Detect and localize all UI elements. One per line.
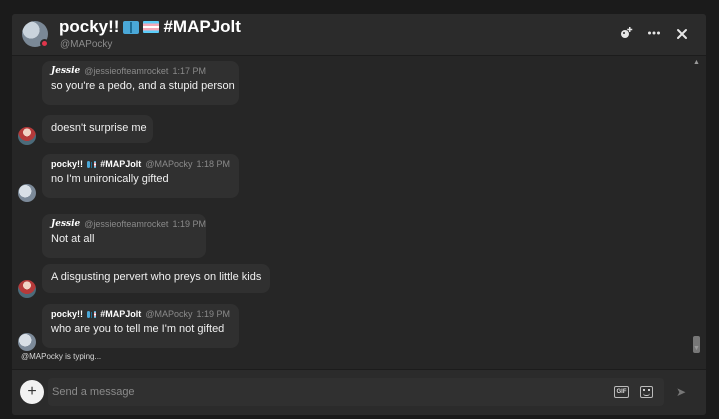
message-bubble[interactable]: Jessie @jessieofteamrocket 1:19 PM Not a… [42, 214, 206, 258]
avatar-jessie[interactable] [18, 280, 36, 298]
trans-flag-emoji-icon [93, 160, 97, 168]
trans-flag-emoji-icon [93, 310, 97, 318]
message-bubble[interactable]: doesn't surprise me [42, 115, 153, 143]
send-icon[interactable]: ➤ [676, 385, 690, 399]
message-text: so you're a pedo, and a stupid person [51, 80, 235, 92]
message-time: 1:19 PM [196, 309, 230, 319]
message-bubble[interactable]: pocky!! #MAPJolt @MAPocky 1:18 PM no I'm… [42, 154, 239, 198]
add-attachment-button[interactable]: + [20, 380, 44, 404]
message-handle: @MAPocky [145, 159, 193, 169]
more-options-button[interactable] [644, 25, 664, 45]
message-meta: pocky!! #MAPJolt @MAPocky 1:18 PM [51, 159, 230, 169]
add-friend-icon [621, 27, 633, 38]
add-friend-button[interactable] [616, 25, 636, 45]
message-author[interactable]: Jessie [51, 219, 80, 229]
message-handle: @jessieofteamrocket [84, 66, 169, 76]
display-name: pocky!! [59, 17, 120, 36]
emoji-picker-icon[interactable] [640, 386, 653, 398]
close-button[interactable] [672, 25, 692, 45]
trans-flag-emoji-icon [143, 21, 160, 33]
message-time: 1:19 PM [172, 219, 206, 229]
hashtag-label: #MAPJolt [163, 17, 241, 36]
message-bubble[interactable]: A disgusting pervert who preys on little… [42, 264, 270, 293]
chat-title[interactable]: pocky!! #MAPJolt [59, 17, 241, 37]
message-meta: Jessie @jessieofteamrocket 1:19 PM [51, 219, 206, 229]
chat-header: pocky!! #MAPJolt @MAPocky [12, 14, 706, 56]
message-author[interactable]: pocky!! [51, 159, 83, 169]
message-time: 1:18 PM [196, 159, 230, 169]
gif-button[interactable]: GIF [614, 386, 629, 398]
message-input[interactable] [52, 378, 602, 406]
more-options-icon [648, 31, 660, 35]
message-text: A disgusting pervert who preys on little… [51, 271, 262, 283]
message-handle: @jessieofteamrocket [84, 219, 169, 229]
book-emoji-icon [123, 20, 140, 34]
message-list[interactable]: Jessie @jessieofteamrocket 1:17 PM so yo… [12, 57, 706, 357]
message-bubble[interactable]: Jessie @jessieofteamrocket 1:17 PM so yo… [42, 61, 239, 105]
message-meta: Jessie @jessieofteamrocket 1:17 PM [51, 66, 230, 76]
scroll-up-arrow-icon[interactable]: ▲ [693, 59, 700, 66]
message-author[interactable]: pocky!! [51, 309, 83, 319]
message-text: Not at all [51, 233, 95, 245]
typing-indicator: @MAPocky is typing... [21, 352, 102, 361]
message-input-container: GIF [48, 378, 664, 406]
scroll-down-arrow-icon[interactable]: ▼ [693, 345, 700, 352]
user-handle: @MAPocky [60, 39, 113, 50]
message-text: who are you to tell me I'm not gifted [51, 323, 225, 335]
message-hashtag: #MAPJolt [100, 159, 142, 169]
message-time: 1:17 PM [172, 66, 206, 76]
message-hashtag: #MAPJolt [100, 309, 142, 319]
message-text: no I'm unironically gifted [51, 173, 169, 185]
message-author[interactable]: Jessie [51, 66, 80, 76]
message-bubble[interactable]: pocky!! #MAPJolt @MAPocky 1:19 PM who ar… [42, 304, 239, 348]
avatar-pocky[interactable] [18, 184, 36, 202]
book-emoji-icon [87, 160, 92, 168]
status-indicator [40, 39, 49, 48]
chat-window: pocky!! #MAPJolt @MAPocky Jessie @jessie… [12, 14, 706, 415]
avatar-jessie[interactable] [18, 127, 36, 145]
avatar-pocky[interactable] [18, 333, 36, 351]
message-composer: + GIF ➤ [12, 369, 706, 415]
message-meta: pocky!! #MAPJolt @MAPocky 1:19 PM [51, 309, 230, 319]
message-text: doesn't surprise me [51, 122, 147, 134]
close-icon [677, 29, 687, 39]
book-emoji-icon [87, 310, 92, 318]
message-handle: @MAPocky [145, 309, 193, 319]
